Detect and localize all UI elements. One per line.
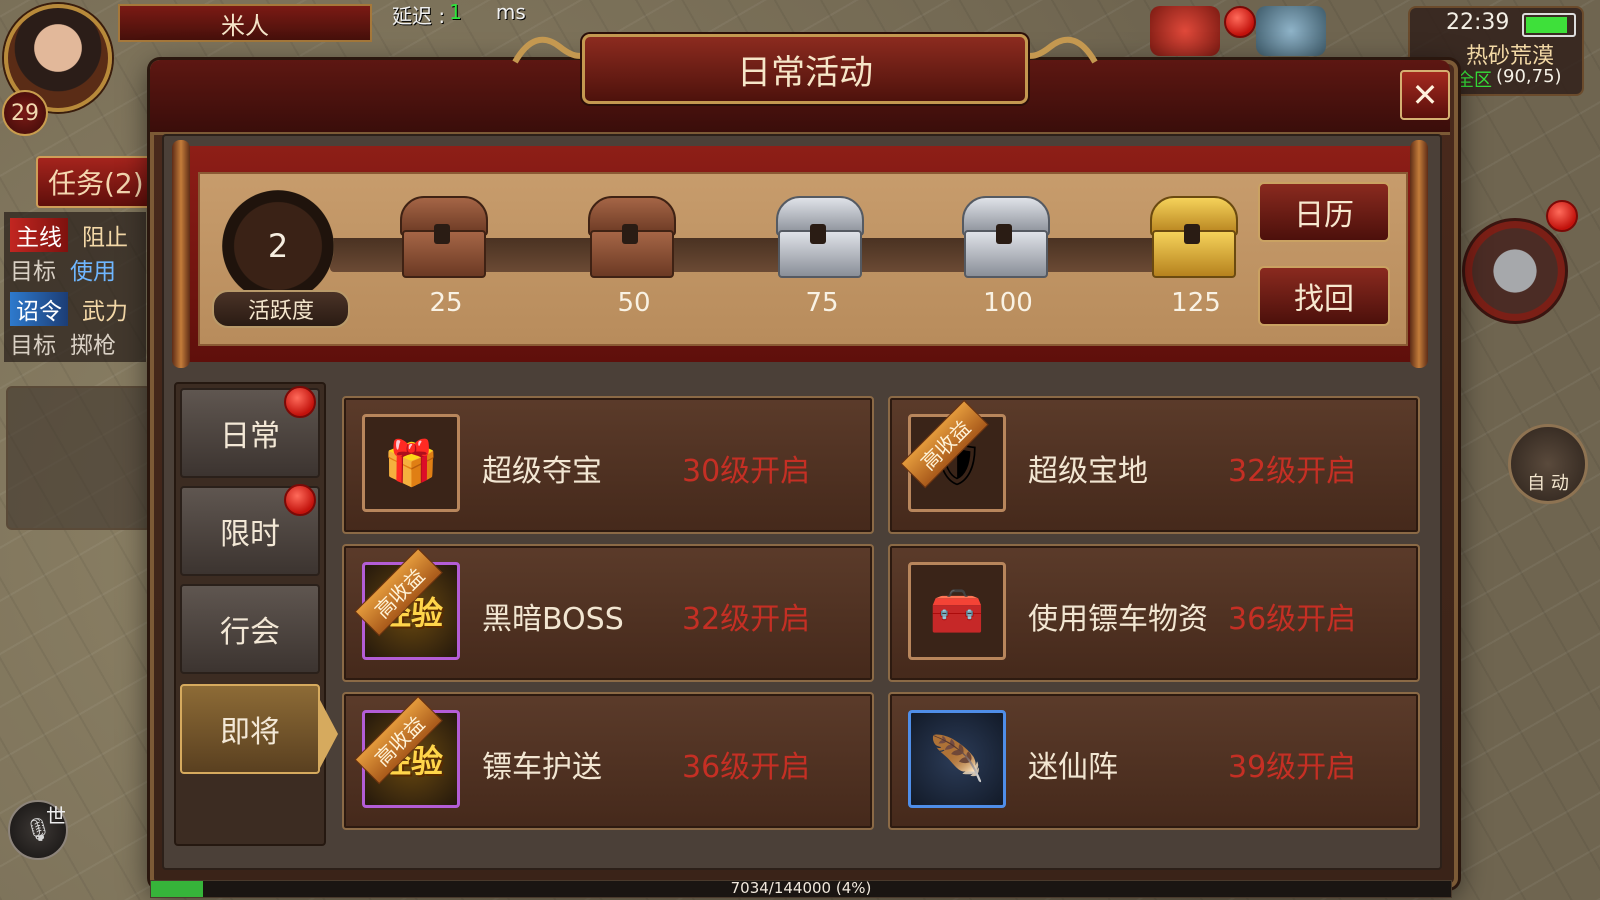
close-button[interactable]: ✕ bbox=[1400, 70, 1450, 120]
activity-card[interactable]: 🪶 迷仙阵 39级开启 bbox=[888, 692, 1420, 830]
activity-name: 迷仙阵 bbox=[1028, 750, 1118, 785]
quest-text: 掷枪 bbox=[70, 333, 116, 359]
activity-unlock-level: 32级开启 bbox=[682, 602, 811, 637]
activity-card[interactable]: 🧰 使用镖车物资 36级开启 bbox=[888, 544, 1420, 682]
map-coords: 全区 (90,75) bbox=[1456, 66, 1562, 92]
event-icon[interactable] bbox=[1256, 6, 1326, 56]
chest-threshold: 100 bbox=[983, 288, 1033, 318]
quest-row[interactable]: 主线 阻止 bbox=[10, 218, 128, 252]
clock: 22:39 bbox=[1446, 10, 1510, 35]
calendar-button[interactable]: 日历 bbox=[1258, 182, 1390, 242]
chest-threshold: 25 bbox=[429, 288, 463, 318]
scroll-rod-right bbox=[1410, 140, 1428, 368]
auto-battle-button[interactable]: 自 动 bbox=[1508, 424, 1588, 504]
quest-row[interactable]: 目标 使用 bbox=[10, 252, 116, 286]
reward-chest-icon[interactable] bbox=[958, 192, 1050, 284]
player-level-badge: 29 bbox=[2, 90, 48, 136]
latency-label: 延迟 : bbox=[392, 4, 446, 28]
activity-name: 超级夺宝 bbox=[482, 454, 602, 489]
activity-unlock-level: 39级开启 bbox=[1228, 750, 1357, 785]
map-zone: 全区 bbox=[1456, 70, 1492, 91]
quest-tag: 目标 bbox=[10, 259, 56, 285]
chat-channel-label[interactable]: 世 bbox=[46, 800, 66, 829]
activity-card[interactable]: 🛡 高收益 超级宝地 32级开启 bbox=[888, 396, 1420, 534]
experience-text: 7034/144000 (4%) bbox=[730, 879, 872, 897]
activity-points-value: 2 bbox=[222, 190, 334, 302]
activity-name: 镖车护送 bbox=[482, 750, 602, 785]
chest-threshold: 75 bbox=[805, 288, 839, 318]
latency-readout: 延迟 : 1 ms bbox=[392, 0, 526, 29]
notification-dot-icon bbox=[1546, 200, 1578, 232]
activity-unlock-level: 32级开启 bbox=[1228, 454, 1357, 489]
activity-name: 黑暗BOSS bbox=[482, 602, 624, 637]
tab-upcoming[interactable]: 即将 bbox=[180, 684, 320, 774]
quest-tag: 目标 bbox=[10, 333, 56, 359]
reward-chest-icon[interactable] bbox=[772, 192, 864, 284]
gift-icon[interactable] bbox=[1150, 6, 1220, 56]
reward-chest-icon[interactable] bbox=[1146, 192, 1238, 284]
active-tab-arrow-icon bbox=[320, 700, 338, 768]
retrieve-button[interactable]: 找回 bbox=[1258, 266, 1390, 326]
activity-unlock-level: 36级开启 bbox=[1228, 602, 1357, 637]
activity-card[interactable]: 🎁 超级夺宝 30级开启 bbox=[342, 396, 874, 534]
quest-text: 阻止 bbox=[82, 225, 128, 251]
map-coordinates: (90,75) bbox=[1496, 66, 1562, 87]
quest-text: 武力 bbox=[82, 299, 128, 325]
chest-threshold: 125 bbox=[1171, 288, 1221, 318]
close-icon: ✕ bbox=[1411, 76, 1439, 114]
reward-chest-icon[interactable] bbox=[396, 192, 488, 284]
boss-icon[interactable] bbox=[1462, 218, 1568, 324]
feather-icon: 🪶 bbox=[908, 710, 1006, 808]
battery-icon bbox=[1522, 13, 1576, 37]
latency-value: 1 bbox=[449, 0, 462, 24]
activity-unlock-level: 36级开启 bbox=[682, 750, 811, 785]
quest-row[interactable]: 诏令 武力 bbox=[10, 292, 128, 326]
activity-unlock-level: 30级开启 bbox=[682, 454, 811, 489]
quest-text: 使用 bbox=[70, 259, 116, 285]
treasure-chest-icon: 🎁 bbox=[362, 414, 460, 512]
activity-name: 使用镖车物资 bbox=[1028, 602, 1208, 637]
treasure-chest-icon: 🧰 bbox=[908, 562, 1006, 660]
scroll-rod-left bbox=[172, 140, 190, 368]
quest-row[interactable]: 目标 掷枪 bbox=[10, 326, 116, 360]
quest-tab[interactable]: 任务(2) bbox=[36, 156, 162, 208]
reward-chest-icon[interactable] bbox=[584, 192, 676, 284]
notification-dot-icon bbox=[284, 484, 316, 516]
chest-threshold: 50 bbox=[617, 288, 651, 318]
quest-tag: 诏令 bbox=[10, 292, 68, 326]
player-name: 米人 bbox=[118, 4, 372, 42]
side-panel-frame bbox=[6, 386, 152, 530]
experience-bar: 7034/144000 (4%) bbox=[150, 879, 1452, 898]
activity-points-label: 活跃度 bbox=[212, 290, 350, 328]
activity-name: 超级宝地 bbox=[1028, 454, 1148, 489]
quest-tag: 主线 bbox=[10, 218, 68, 252]
auto-battle-label: 自 动 bbox=[1527, 473, 1569, 494]
activity-card[interactable]: 经验 高收益 镖车护送 36级开启 bbox=[342, 692, 874, 830]
notification-dot-icon bbox=[1224, 6, 1256, 38]
battery-fill bbox=[1526, 17, 1567, 33]
dialog-title: 日常活动 bbox=[582, 34, 1028, 104]
quest-tracker[interactable]: 主线 阻止 目标 使用 诏令 武力 目标 掷枪 bbox=[4, 212, 146, 362]
tab-guild[interactable]: 行会 bbox=[180, 584, 320, 674]
notification-dot-icon bbox=[284, 386, 316, 418]
activity-card[interactable]: 经验 高收益 黑暗BOSS 32级开启 bbox=[342, 544, 874, 682]
